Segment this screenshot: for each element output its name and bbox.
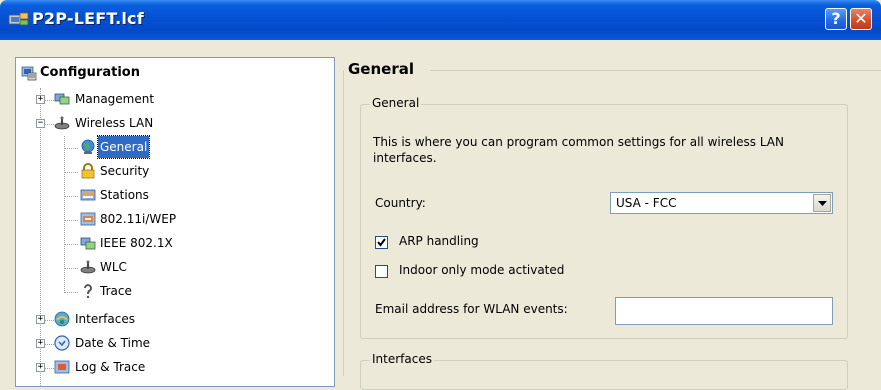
expand-toggle[interactable]: + [36,95,45,104]
email-label: Email address for WLAN events: [375,302,568,316]
collapse-toggle[interactable]: − [36,119,45,128]
configuration-icon [21,66,37,81]
tree-item-label: Trace [100,284,132,298]
window-title: P2P-LEFT.lcf [32,9,144,28]
indoor-only-label: Indoor only mode activated [399,263,565,277]
page-title: General [348,60,417,78]
tree-item-label: Security [100,164,150,178]
log-icon [54,360,70,374]
title-bar[interactable]: P2P-LEFT.lcf ? ✕ [0,0,881,40]
clock-icon [54,335,70,351]
tree-item-label: WLC [100,260,127,274]
interfaces-icon [54,311,70,327]
tree-item-802-11i-wep[interactable]: 802.11i/WEP [16,208,316,230]
tree-item-label: Log & Trace [75,360,146,374]
tree-item-label: Management [75,92,155,106]
help-button[interactable]: ? [825,8,847,30]
tree-item-wireless-lan[interactable]: − Wireless LAN [16,112,316,134]
checkmark-icon [377,238,386,247]
arp-handling-checkbox[interactable] [375,236,388,249]
chevron-down-icon [818,201,827,206]
group-legend: General [370,96,422,110]
section-border [430,70,881,71]
group-legend: Interfaces [370,352,434,366]
tree-item-label: Wireless LAN [75,116,154,130]
tree-item-label: IEEE 802.1X [100,236,173,250]
tree-item-general[interactable]: General [16,135,316,159]
config-file-icon [8,12,29,26]
expand-toggle[interactable]: + [36,339,45,348]
wep-icon [80,212,96,226]
country-label: Country: [375,196,426,210]
tree-item-label: Date & Time [75,336,151,350]
tree-root-configuration[interactable]: Configuration [16,62,316,84]
description-text: This is where you can program common set… [373,135,784,165]
tree-item-trace[interactable]: Trace [16,280,316,302]
tree-item-label: Stations [100,188,149,202]
email-field[interactable] [615,297,833,325]
country-select[interactable]: USA - FCC [610,192,833,214]
indoor-only-checkbox[interactable] [375,265,388,278]
arp-handling-label: ARP handling [399,234,479,248]
expand-toggle[interactable]: + [36,315,45,324]
question-icon [84,284,92,299]
access-point-icon [54,116,70,130]
tree-item-security[interactable]: Security [16,160,316,182]
computers-icon [54,93,70,105]
tree-root-label: Configuration [40,65,140,80]
stations-icon [80,189,96,201]
network-icon [80,237,96,250]
tree-item-label: Interfaces [75,312,135,326]
tree-item-label: 802.11i/WEP [100,212,177,226]
dropdown-arrow[interactable] [813,194,831,212]
tree-item-management[interactable]: + Management [16,88,316,110]
globe-icon [81,139,95,154]
configuration-tree[interactable]: Configuration + Management − Wireless LA… [15,57,335,387]
country-value: USA - FCC [616,196,677,210]
lock-icon [81,163,95,179]
tree-item-ieee-802-1x[interactable]: IEEE 802.1X [16,232,316,254]
expand-toggle[interactable]: + [36,363,45,372]
tree-item-wlc[interactable]: WLC [16,256,316,278]
close-button[interactable]: ✕ [850,8,872,30]
tree-item-date-time[interactable]: + Date & Time [16,332,316,354]
tree-item-stations[interactable]: Stations [16,184,316,206]
access-point-icon [80,260,96,274]
tree-item-label: General [96,135,151,159]
tree-item-log-trace[interactable]: + Log & Trace [16,356,316,378]
section-border [343,70,344,376]
tree-item-interfaces[interactable]: + Interfaces [16,308,316,330]
